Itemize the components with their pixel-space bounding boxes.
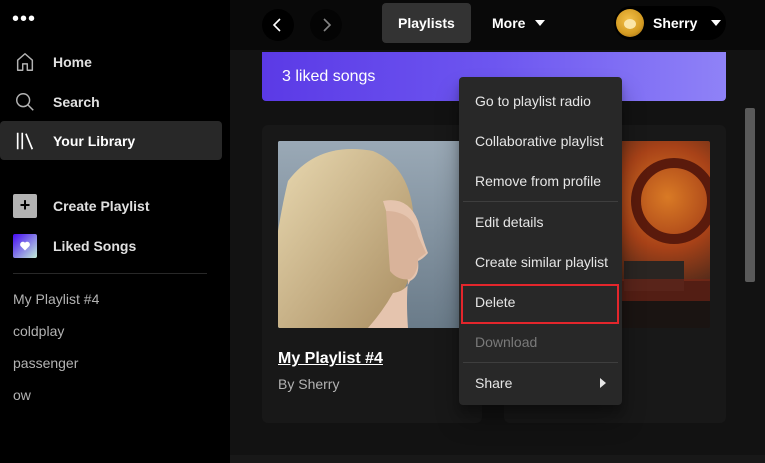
home-icon xyxy=(13,50,37,74)
menu-item-share-label: Share xyxy=(475,375,513,391)
nav-library[interactable]: Your Library xyxy=(0,121,222,160)
create-playlist-label: Create Playlist xyxy=(53,197,150,214)
playlist-card-subtitle: By Sherry xyxy=(278,376,340,392)
chevron-right-icon xyxy=(323,18,332,32)
sidebar-playlist-item[interactable]: coldplay xyxy=(13,323,64,339)
nav-home[interactable]: Home xyxy=(0,42,222,81)
playlist-cover-image xyxy=(278,141,465,328)
sidebar-divider xyxy=(13,273,207,274)
sidebar-playlist-item[interactable]: passenger xyxy=(13,355,78,371)
create-playlist-button[interactable]: + Create Playlist xyxy=(0,186,222,225)
user-name: Sherry xyxy=(653,15,698,31)
nav-search[interactable]: Search xyxy=(0,82,222,121)
scrollbar[interactable] xyxy=(745,108,755,282)
nav-home-label: Home xyxy=(53,53,92,70)
tab-playlists[interactable]: Playlists xyxy=(382,3,471,43)
menu-item-download: Download xyxy=(475,334,538,350)
nav-library-label: Your Library xyxy=(53,132,136,149)
caret-down-icon xyxy=(711,20,722,26)
playlist-card[interactable]: My Playlist #4 By Sherry xyxy=(262,125,482,423)
bottom-divider xyxy=(230,455,765,463)
user-menu-button[interactable]: Sherry xyxy=(614,6,726,40)
menu-item-create-similar[interactable]: Create similar playlist xyxy=(459,242,622,282)
chevron-left-icon xyxy=(272,18,281,32)
top-bar: Playlists More Sherry xyxy=(230,0,765,50)
chevron-right-icon xyxy=(600,378,606,388)
menu-item-playlist-radio[interactable]: Go to playlist radio xyxy=(459,81,622,121)
library-icon xyxy=(13,129,37,153)
nav-search-label: Search xyxy=(53,93,100,110)
app-menu-button[interactable]: ••• xyxy=(12,9,36,29)
liked-songs-count: 3 liked songs xyxy=(282,67,376,85)
context-menu: Go to playlist radio Collaborative playl… xyxy=(459,77,622,405)
menu-item-edit-details[interactable]: Edit details xyxy=(459,202,622,242)
menu-item-collaborative[interactable]: Collaborative playlist xyxy=(459,121,622,161)
liked-songs-button[interactable]: Liked Songs xyxy=(0,226,222,265)
sidebar-playlist-item[interactable]: ow xyxy=(13,387,31,403)
highlight-box xyxy=(461,284,619,324)
menu-item-remove-from-profile[interactable]: Remove from profile xyxy=(459,161,622,201)
sidebar: ••• Home Search Your Library + Create Pl… xyxy=(0,0,230,463)
menu-item-delete[interactable]: Delete xyxy=(459,282,622,324)
search-icon xyxy=(13,90,37,114)
tab-more-label: More xyxy=(492,15,526,31)
heart-icon xyxy=(13,233,37,258)
sidebar-playlist-item[interactable]: My Playlist #4 xyxy=(13,291,99,307)
liked-songs-label: Liked Songs xyxy=(53,237,137,254)
plus-icon: + xyxy=(13,193,37,218)
back-button[interactable] xyxy=(262,9,294,41)
tab-more[interactable]: More xyxy=(476,3,561,43)
menu-item-share[interactable]: Share xyxy=(459,363,622,403)
avatar xyxy=(616,9,644,37)
forward-button[interactable] xyxy=(310,9,342,41)
caret-down-icon xyxy=(535,20,546,26)
playlist-card-title[interactable]: My Playlist #4 xyxy=(278,350,383,368)
